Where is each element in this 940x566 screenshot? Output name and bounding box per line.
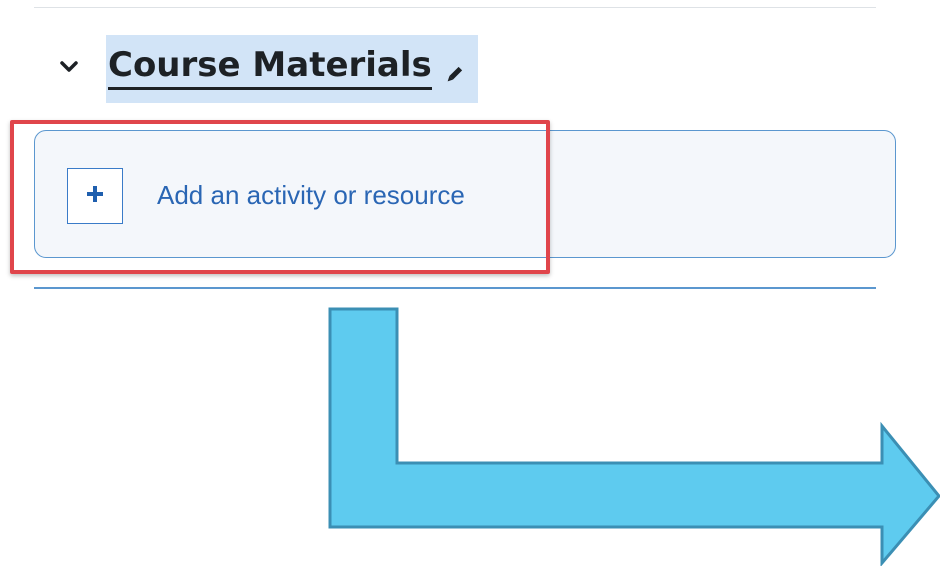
add-activity-label[interactable]: Add an activity or resource — [157, 180, 465, 210]
pencil-icon[interactable] — [444, 65, 464, 85]
section-title: Course Materials — [108, 48, 432, 90]
plus-icon — [85, 184, 105, 209]
chevron-down-icon — [59, 60, 79, 79]
section-header: Course Materials — [52, 34, 478, 104]
add-activity-plus-button[interactable] — [67, 168, 123, 224]
section-divider — [34, 287, 876, 289]
top-divider — [34, 7, 876, 8]
section-title-link[interactable]: Course Materials — [106, 35, 478, 103]
section-collapse-toggle[interactable] — [52, 52, 86, 86]
add-activity-button[interactable]: Add an activity or resource — [34, 130, 896, 258]
